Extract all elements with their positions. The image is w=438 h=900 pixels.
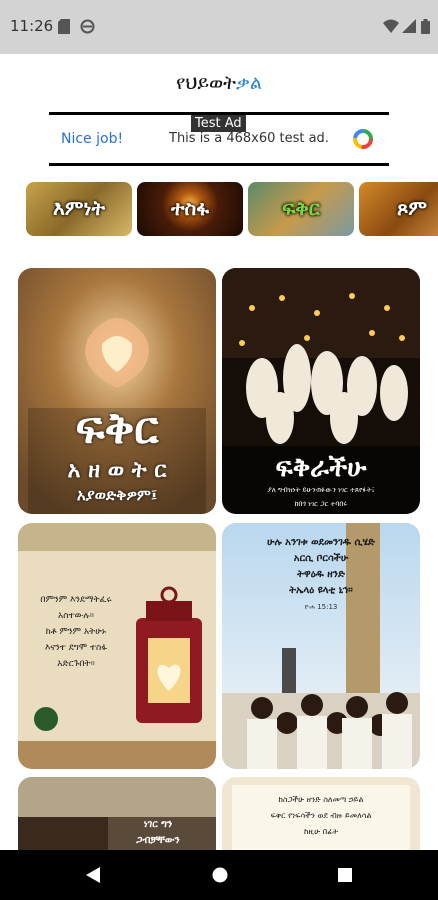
category-label: ጾም [396, 196, 428, 220]
post-line-1: ነገር ግን [143, 819, 173, 830]
status-bar: 11:26 [0, 0, 438, 54]
post-line-1: ሁሉ አንገቱ ወደመንገዱ ሲሄድ [267, 537, 375, 548]
post-card[interactable]: ከስጋችሁ ዘንድ ስለመጣ ኃይል ፍቅር የነፍሳችን ወደ ብዙ ይመለሳ… [222, 777, 420, 850]
do-not-disturb-icon [80, 19, 95, 34]
signal-icon [402, 19, 416, 33]
category-label: ተስፋ [171, 196, 209, 220]
app-title: የህይወትቃል [176, 72, 262, 94]
post-line-2: አ ዘ ወ ት ር [67, 458, 167, 483]
post-line-5: አድርጉበት። [57, 659, 95, 669]
status-time: 11:26 [10, 17, 54, 35]
ad-banner[interactable]: Test Ad Nice job! This is a 468x60 test … [49, 112, 389, 166]
post-big-text: ፍቅራችሁ [275, 453, 367, 483]
post-line-3: አያወድቅዎም፤ [76, 486, 158, 504]
category-strip: እምነት ተስፋ ፍቅር ጾም [0, 180, 438, 238]
post-line-3: ከቶ ምንም አትሁኑ [45, 627, 107, 637]
ad-logo-icon [353, 129, 373, 149]
post-card[interactable]: ፍቅራችሁ ያለ ግብዝነት ይሁን፡ክፉውን ነገር ተጸየፉት፤ ከበጎ ነ… [222, 268, 420, 514]
post-line-2: አስተውሉ። [58, 611, 94, 621]
post-line-2: ጋብቻቸውን [136, 835, 180, 846]
category-hope[interactable]: ተስፋ [137, 182, 243, 236]
post-line-3: ከበጎ ነገር ጋር ተባበሩ [294, 500, 348, 508]
post-line-2: ፍቅር የነፍሳችን ወደ ብዙ ይመለሳል [270, 811, 372, 820]
home-icon[interactable] [211, 865, 229, 885]
ad-tag: Test Ad [191, 115, 246, 132]
post-line-2: አርሲ ቦርሳችሁ [293, 553, 349, 564]
app-header: የህይወትቃል [0, 54, 438, 112]
category-faith[interactable]: እምነት [26, 182, 132, 236]
post-line-4: ትኤላዕ ዩላቲ ኒኅ። [289, 585, 353, 596]
post-big-text: ፍቅር [75, 403, 159, 454]
post-line-1: ከስጋችሁ ዘንድ ስለመጣ ኃይል [278, 795, 364, 804]
sd-card-icon [58, 19, 70, 34]
post-grid: ፍቅር አ ዘ ወ ት ር አያወድቅዎም፤ ፍቅራችሁ ያለ ግብዝነት ይሁ… [0, 262, 438, 850]
post-card[interactable]: በምንም እንደማትፈሩ አስተውሉ። ከቶ ምንም አትሁኑ እናንተ ደግሞ… [18, 523, 216, 769]
post-card[interactable]: ፍቅር አ ዘ ወ ት ር አያወድቅዎም፤ [18, 268, 216, 514]
post-card[interactable]: ነገር ግን ጋብቻቸውን [18, 777, 216, 850]
post-line-4: እናንተ ደግሞ ተስፋ [44, 643, 108, 653]
app-title-accent: ቃል [236, 72, 262, 94]
post-line-3: ከዚሁ በፊት [303, 827, 339, 836]
system-nav-bar [0, 850, 438, 900]
back-icon[interactable] [84, 865, 102, 885]
post-card[interactable]: ሁሉ አንገቱ ወደመንገዱ ሲሄድ አርሲ ቦርሳችሁ ትዋዕዱ ዘንድ ትኤ… [222, 523, 420, 769]
category-label: ፍቅር [282, 196, 320, 220]
wifi-icon [383, 19, 399, 33]
battery-icon [421, 19, 430, 34]
ad-left-text: Nice job! [61, 131, 124, 147]
post-line-3: ትዋዕዱ ዘንድ [297, 569, 345, 580]
post-line-1: በምንም እንደማትፈሩ [40, 595, 112, 605]
category-label: እምነት [53, 196, 105, 220]
post-line-2: ያለ ግብዝነት ይሁን፡ክፉውን ነገር ተጸየፉት፤ [267, 486, 375, 494]
category-love[interactable]: ፍቅር [248, 182, 354, 236]
ad-center-text: This is a 468x60 test ad. [169, 131, 329, 146]
post-line-5: ዮሐ 15:13 [304, 603, 338, 611]
category-fasting[interactable]: ጾም [359, 182, 438, 236]
app-title-main: የህይወት [176, 72, 236, 94]
recents-icon[interactable] [336, 865, 354, 885]
